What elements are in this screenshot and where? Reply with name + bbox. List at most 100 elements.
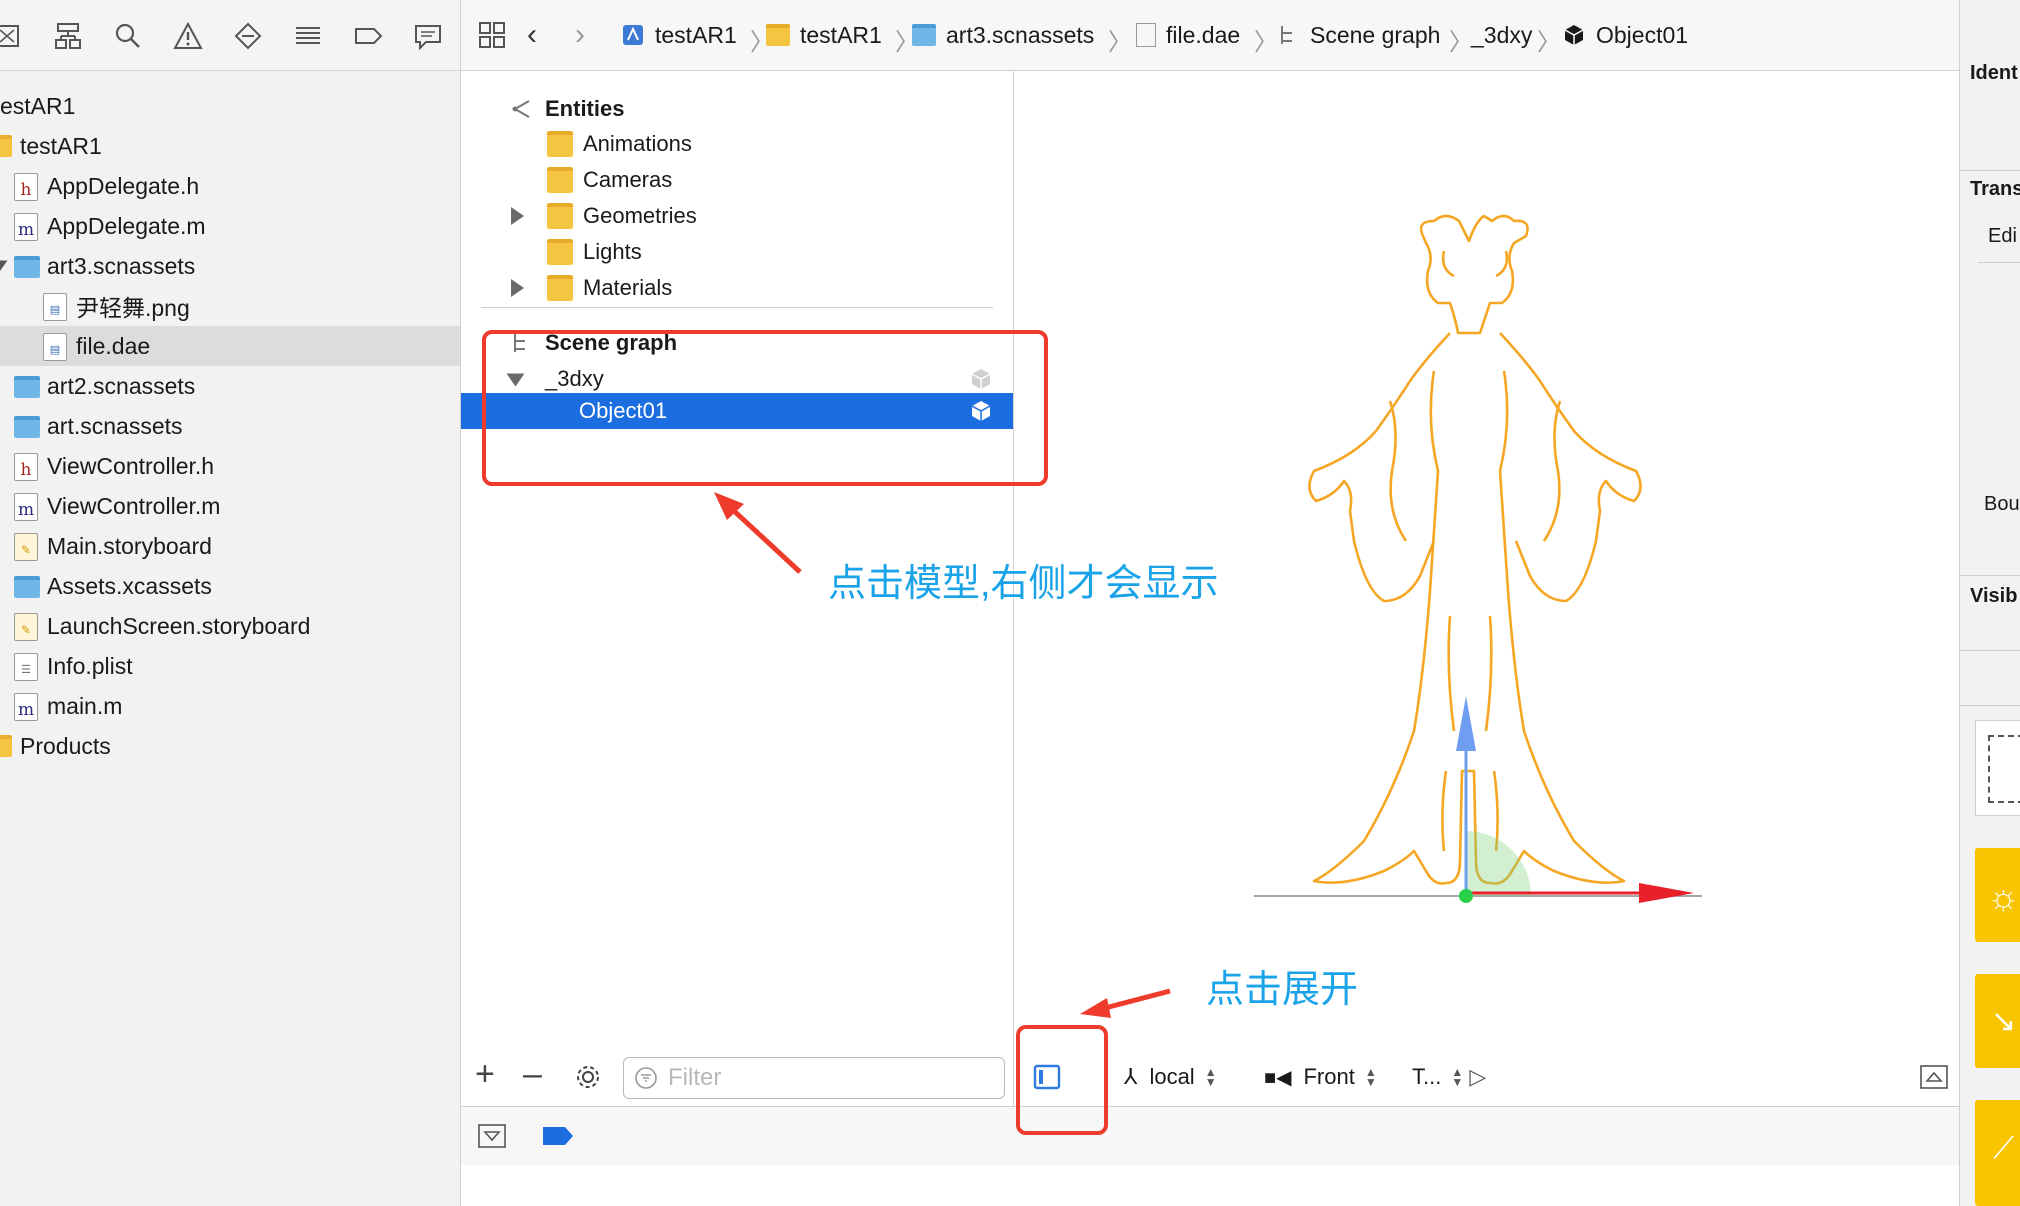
- entity-cameras[interactable]: Cameras: [547, 162, 672, 198]
- warning-icon[interactable]: [168, 16, 208, 56]
- back-arrow-icon[interactable]: ‹: [527, 18, 537, 52]
- filter-field[interactable]: [623, 1057, 1005, 1099]
- tree-item-appdelegate-h[interactable]: h AppDelegate.h: [0, 166, 460, 206]
- highlight-box-sidebar-toggle: [1016, 1025, 1108, 1135]
- entities-label: Entities: [545, 96, 625, 121]
- chevron-right-icon: 〉: [1449, 29, 1473, 56]
- camera-label: Front: [1303, 1064, 1355, 1089]
- updown-arrows-icon: ▲ ▼: [1451, 1065, 1464, 1089]
- crumb-node[interactable]: _3dxy: [1471, 18, 1532, 52]
- cube-icon: [1564, 25, 1584, 45]
- crumb-file[interactable]: file.dae: [1136, 18, 1240, 52]
- project-row[interactable]: estAR1: [0, 86, 460, 126]
- folder-icon: [547, 203, 573, 229]
- play-icon[interactable]: ▷: [1469, 1064, 1486, 1090]
- crumb-scnassets[interactable]: art3.scnassets: [912, 18, 1094, 52]
- entity-materials[interactable]: Materials: [547, 270, 672, 306]
- tree-item-label: file.dae: [76, 332, 151, 359]
- tree-item-label: ViewController.m: [47, 492, 221, 519]
- add-icon[interactable]: +: [475, 1056, 495, 1092]
- gear-icon[interactable]: [573, 1062, 603, 1092]
- storyboard-file-icon: ✎: [14, 613, 38, 641]
- tree-item-appdelegate-m[interactable]: m AppDelegate.m: [0, 206, 460, 246]
- folder-icon: [547, 239, 573, 265]
- dashed-frame-icon: [1988, 735, 2020, 803]
- library-light-tile[interactable]: ☼: [1975, 848, 2020, 942]
- tree-item-label: Info.plist: [47, 652, 133, 679]
- bounds-label: Bou: [1984, 493, 2020, 515]
- timeline-label: T...: [1412, 1064, 1442, 1089]
- divider: [1960, 575, 2020, 576]
- tree-item-viewcontroller-m[interactable]: m ViewController.m: [0, 486, 460, 526]
- list-icon[interactable]: [288, 16, 328, 56]
- entity-label: Geometries: [583, 203, 697, 228]
- object-library-frame[interactable]: [1975, 720, 2020, 816]
- related-items-icon[interactable]: [477, 20, 507, 50]
- tag-icon[interactable]: [348, 16, 388, 56]
- tree-item-main-storyboard[interactable]: ✎ Main.storyboard: [0, 526, 460, 566]
- breakpoint-icon[interactable]: [541, 1125, 575, 1147]
- divider: [1960, 170, 2020, 171]
- tree-item-art-scnassets[interactable]: art.scnassets: [0, 406, 460, 446]
- disclosure-collapsed-icon[interactable]: [511, 279, 524, 297]
- tree-item-launchscreen[interactable]: ✎ LaunchScreen.storyboard: [0, 606, 460, 646]
- tree-item-label: art2.scnassets: [47, 372, 196, 399]
- tree-item-png[interactable]: ▤ 尹轻舞.png: [0, 286, 460, 326]
- spot-light-icon: ⟋: [1993, 1132, 2014, 1165]
- console-area: [461, 1165, 1959, 1206]
- expand-panel-icon[interactable]: [1919, 1064, 1949, 1090]
- remove-icon[interactable]: –: [523, 1056, 542, 1092]
- crumb-group[interactable]: testAR1: [766, 18, 882, 52]
- rotation-gizmo: [1466, 831, 1531, 896]
- tree-item-art3-scnassets[interactable]: art3.scnassets: [0, 246, 460, 286]
- timeline-popup[interactable]: T... ▲ ▼ ▷: [1412, 1060, 1486, 1094]
- hide-debug-icon[interactable]: [477, 1123, 507, 1149]
- entity-label: Cameras: [583, 167, 673, 192]
- image-file-icon: ▤: [43, 293, 67, 321]
- crumb-project[interactable]: testAR1: [621, 18, 737, 52]
- search-icon[interactable]: [108, 16, 148, 56]
- tree-item-label: AppDelegate.m: [47, 212, 206, 239]
- entity-label: Animations: [583, 131, 692, 156]
- tree-item-art2-scnassets[interactable]: art2.scnassets: [0, 366, 460, 406]
- filter-input[interactable]: [666, 1062, 990, 1094]
- entity-animations[interactable]: Animations: [547, 126, 692, 162]
- storyboard-file-icon: ✎: [14, 533, 38, 561]
- project-navigator-icon[interactable]: [0, 16, 28, 56]
- chat-icon[interactable]: [408, 16, 448, 56]
- tree-item-file-dae[interactable]: ▤ file.dae: [0, 326, 460, 366]
- tree-item-viewcontroller-h[interactable]: h ViewController.h: [0, 446, 460, 486]
- entity-lights[interactable]: Lights: [547, 234, 642, 270]
- tree-item-label: LaunchScreen.storyboard: [47, 612, 311, 639]
- tree-item-main-m[interactable]: m main.m: [0, 686, 460, 726]
- crumb-object[interactable]: Object01: [1562, 18, 1688, 52]
- blue-folder-icon: [14, 376, 40, 398]
- xcode-project-icon: [623, 25, 643, 45]
- entity-geometries[interactable]: Geometries: [547, 198, 697, 234]
- crumb-scene-graph[interactable]: Scene graph: [1276, 18, 1440, 52]
- library-directional-tile[interactable]: ↘: [1975, 974, 2020, 1068]
- entities-header[interactable]: Entities: [509, 91, 624, 127]
- chevron-right-icon: 〉: [1254, 29, 1278, 56]
- camera-popup[interactable]: ■◀ Front ▲ ▼: [1264, 1060, 1379, 1094]
- forward-arrow-icon[interactable]: ›: [575, 18, 585, 52]
- tree-item-label: Products: [20, 732, 111, 759]
- tree-item-products[interactable]: Products: [0, 726, 460, 766]
- tree-item-label: ViewController.h: [47, 452, 215, 479]
- project-name: estAR1: [0, 92, 76, 119]
- coordinate-space-popup[interactable]: ⅄ local ▲ ▼: [1124, 1060, 1219, 1094]
- tree-item-testar1-group[interactable]: testAR1: [0, 126, 460, 166]
- disclosure-collapsed-icon[interactable]: [511, 207, 524, 225]
- library-spot-tile[interactable]: ⟋: [1975, 1100, 2020, 1206]
- test-diamond-icon[interactable]: [228, 16, 268, 56]
- disclosure-expanded-icon[interactable]: [0, 260, 8, 272]
- dae-file-icon: ▤: [43, 333, 67, 361]
- tree-item-info-plist[interactable]: ☰ Info.plist: [0, 646, 460, 686]
- divider: [1960, 650, 2020, 651]
- folder-icon: [0, 135, 12, 157]
- highlight-box-scene-graph: [482, 330, 1048, 486]
- identity-header: Ident: [1970, 62, 2018, 84]
- crumb-label: testAR1: [655, 21, 737, 48]
- hierarchy-icon[interactable]: [48, 16, 88, 56]
- tree-item-assets-xcassets[interactable]: Assets.xcassets: [0, 566, 460, 606]
